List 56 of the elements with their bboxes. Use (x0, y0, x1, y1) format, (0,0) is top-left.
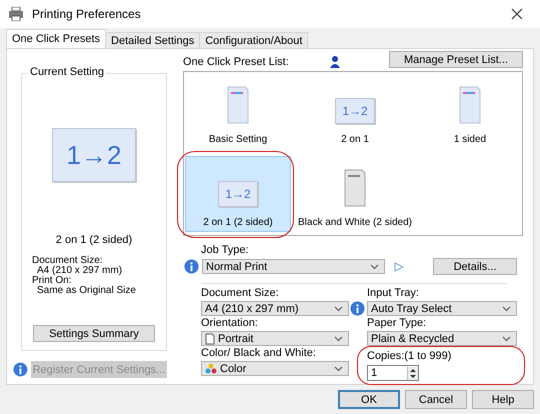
preset-item[interactable]: 1→2 2 on 1 (291, 73, 419, 149)
dialog-button[interactable]: Help (472, 390, 534, 409)
preset-name: 2 on 1 (2 sided) (56, 234, 132, 246)
spin-arrows-icon[interactable] (407, 366, 418, 380)
detail-value: A4 (210 x 297 mm) (37, 266, 124, 276)
tab[interactable]: Detailed Settings (105, 32, 200, 48)
person-icon (330, 56, 340, 68)
preset-item[interactable]: Basic Setting (185, 73, 291, 149)
manage-preset-list-button[interactable]: Manage Preset List... (388, 51, 523, 68)
field-label: Input Tray: (367, 287, 420, 300)
dropdown[interactable]: Plain & Recycled (367, 331, 517, 346)
field-label: Job Type: (201, 244, 250, 257)
two-pages-on-sheet-icon: 1→2 (335, 98, 375, 124)
two-pages-on-sheet-icon: 1→2 (218, 181, 258, 207)
dropdown[interactable]: Normal Print (202, 259, 385, 274)
printer-icon (8, 7, 24, 21)
two-pages-on-sheet-icon: 1→2 (52, 128, 136, 182)
dropdown[interactable]: A4 (210 x 297 mm) (201, 301, 349, 316)
field-label: Copies:(1 to 999) (367, 350, 452, 363)
window-title: Printing Preferences (32, 7, 141, 21)
info-icon (13, 362, 28, 377)
chevron-down-icon (370, 264, 379, 270)
field-label: Paper Type: (367, 317, 428, 330)
chevron-down-icon (334, 336, 343, 342)
color-dots-icon (205, 363, 217, 374)
page-icon (227, 86, 249, 124)
preset-item[interactable]: 1→2 2 on 1 (2 sided) (185, 156, 291, 232)
preset-item[interactable]: 1 sided (419, 73, 521, 149)
page-icon (205, 332, 215, 344)
info-icon (184, 259, 199, 274)
detail-value: Same as Original Size (36, 286, 136, 296)
field-label: Color/ Black and White: (201, 347, 317, 360)
dialog-button[interactable]: Cancel (405, 390, 467, 409)
dialog-button[interactable]: OK (338, 390, 400, 409)
detail-label: Document Size: (32, 256, 103, 266)
chevron-down-icon (334, 366, 343, 372)
field-label: Orientation: (201, 317, 259, 330)
detail-label: Print On: (32, 276, 72, 286)
page-icon (344, 169, 366, 207)
list-label: One Click Preset List: (183, 56, 289, 68)
preset-item[interactable]: Black and White (2 sided) (291, 156, 419, 232)
details-button[interactable]: Details... (433, 258, 517, 275)
tab[interactable]: One Click Presets (6, 29, 106, 48)
dropdown[interactable]: Portrait (201, 331, 349, 346)
page-icon (459, 86, 481, 124)
group-title: Current Setting (28, 66, 106, 78)
dropdown[interactable]: Auto Tray Select (367, 301, 517, 316)
tab[interactable]: Configuration/About (199, 32, 308, 48)
copies-spinner[interactable]: 1 (367, 365, 419, 381)
chevron-down-icon (502, 336, 511, 342)
settings-summary-button[interactable]: Settings Summary (33, 325, 155, 342)
info-icon (350, 301, 365, 316)
dropdown[interactable]: Color (201, 361, 349, 376)
field-label: Document Size: (201, 287, 280, 300)
chevron-down-icon (502, 306, 511, 312)
chevron-down-icon (334, 306, 343, 312)
